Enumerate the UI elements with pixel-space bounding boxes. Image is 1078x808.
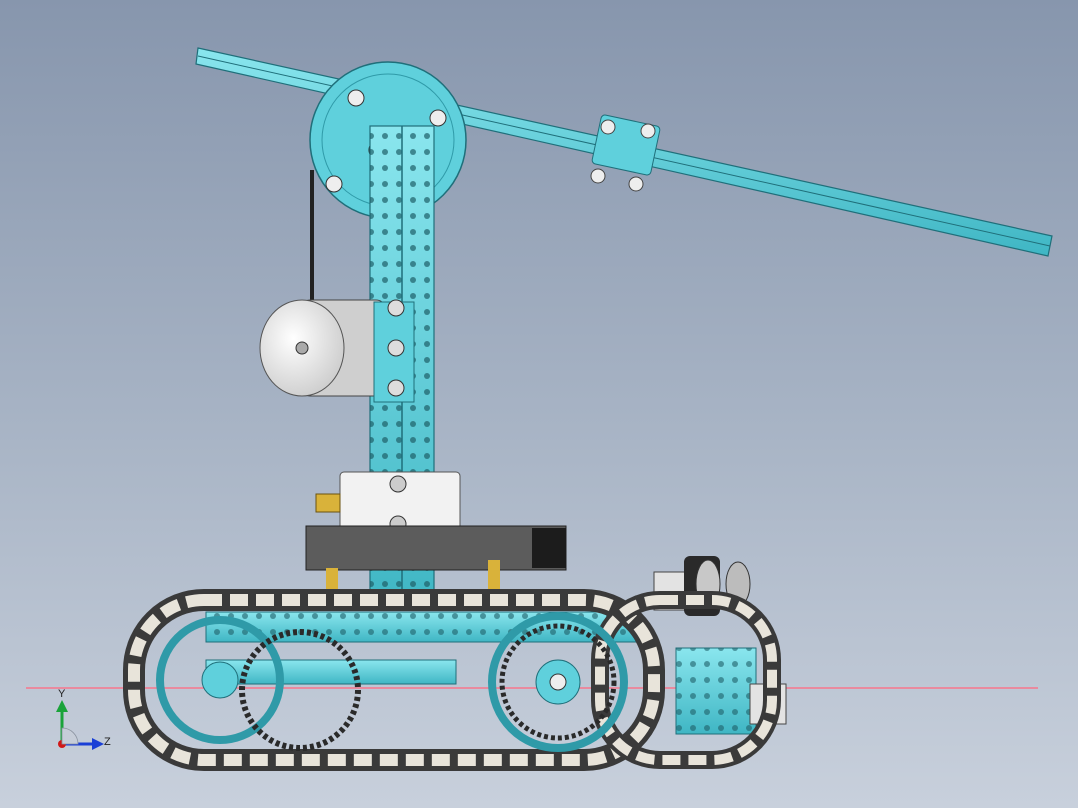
dc-motor	[259, 299, 415, 403]
mount-bracket	[315, 471, 461, 533]
triad-y-label: Y	[58, 688, 66, 700]
coordinate-triad	[56, 700, 104, 750]
mid-gear	[239, 629, 361, 751]
controller-box	[305, 525, 567, 594]
cad-viewport[interactable]: Y Z	[0, 0, 1078, 808]
robot-cad-model[interactable]	[0, 0, 1078, 808]
triad-z-label: Z	[104, 736, 111, 748]
beam-slider-carriage	[590, 114, 661, 192]
